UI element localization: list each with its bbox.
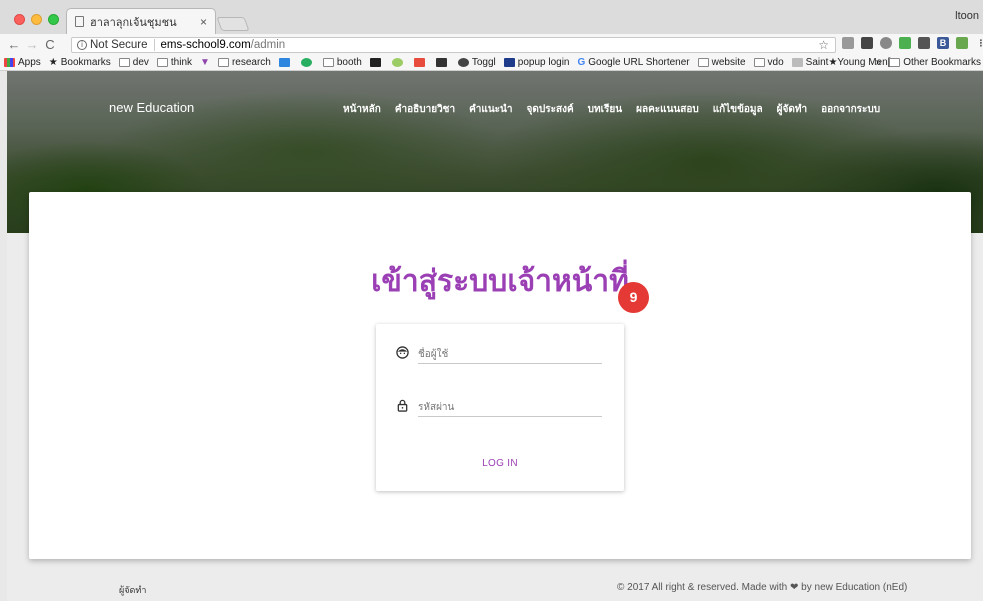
google-icon: G [577, 57, 586, 68]
divider [153, 39, 155, 51]
v-icon: ▼ [200, 57, 210, 68]
bookmark-bookmarks[interactable]: ★ Bookmarks [49, 57, 111, 68]
m-icon [391, 58, 403, 67]
username-field [396, 342, 602, 366]
nav-exam-results[interactable]: ผลคะแนนสอบ [636, 102, 699, 117]
brand-logo[interactable]: new Education [109, 100, 194, 115]
bookmark-icon-a[interactable] [369, 58, 384, 67]
folder-icon [697, 58, 709, 67]
bookmark-website[interactable]: website [697, 57, 746, 68]
folder-icon [322, 58, 334, 67]
close-tab-icon[interactable]: × [200, 15, 207, 29]
toggl-icon [457, 58, 469, 67]
manga-icon [791, 58, 803, 67]
folder-icon [118, 58, 130, 67]
other-bookmarks[interactable]: » Other Bookmarks [876, 57, 981, 68]
bookmark-dev[interactable]: dev [118, 57, 149, 68]
page-viewport: new Education หน้าหลัก คำอธิบายวิชา คำแน… [7, 71, 983, 601]
ms-icon [435, 58, 447, 67]
site-icon [278, 58, 290, 67]
tab-title: ฮาลาลุกเจ้นชุมชน [90, 16, 177, 29]
nav-logout[interactable]: ออกจากระบบ [821, 102, 880, 117]
browser-tab[interactable]: ฮาลาลุกเจ้นชุมชน × [66, 8, 216, 34]
folder-icon [156, 58, 168, 67]
red-site-icon [413, 58, 425, 67]
a-icon [369, 58, 381, 67]
notification-badge: 9 [618, 282, 649, 313]
password-input[interactable] [418, 395, 602, 417]
leaf-icon [300, 58, 312, 67]
bookmark-url-shortener[interactable]: G Google URL Shortener [578, 57, 690, 68]
nav-objectives[interactable]: จุดประสงค์ [527, 102, 574, 117]
menu-icon[interactable]: ⋮ [975, 37, 983, 49]
info-icon[interactable]: i [77, 40, 87, 50]
folder-icon [753, 58, 765, 67]
back-icon[interactable]: ← [6, 37, 22, 52]
bookmark-popup-login[interactable]: popup login [503, 57, 570, 68]
bookmark-icon-red[interactable] [413, 58, 428, 67]
bookmarks-bar: Apps ★ Bookmarks dev think ▼ research boo… [0, 55, 983, 71]
nav-guidance[interactable]: คำแนะนำ [469, 102, 512, 117]
maximize-window-button[interactable] [48, 14, 59, 25]
drive-extension-icon[interactable] [899, 37, 911, 49]
star-icon: ★ [48, 57, 58, 68]
bookmark-vdo[interactable]: vdo [753, 57, 784, 68]
nav-lessons[interactable]: บทเรียน [588, 102, 622, 117]
bookmark-icon-m[interactable] [391, 58, 406, 67]
login-button[interactable]: LOG IN [376, 458, 624, 469]
close-window-button[interactable] [14, 14, 25, 25]
address-toolbar: ← → C i Not Secure ems-school9.com/admin… [0, 34, 983, 55]
main-nav: หน้าหลัก คำอธิบายวิชา คำแนะนำ จุดประสงค์… [343, 102, 880, 117]
circle-extension-icon[interactable] [880, 37, 892, 49]
nav-edit-data[interactable]: แก้ไขข้อมูล [713, 102, 763, 117]
nav-authors[interactable]: ผู้จัดทำ [777, 102, 807, 117]
page-title: เข้าสู่ระบบเจ้าหน้าที่ [371, 264, 629, 299]
apps-grid-icon [4, 58, 15, 67]
url-input[interactable]: i Not Secure ems-school9.com/admin ☆ [71, 37, 836, 53]
bookmark-v[interactable]: ▼ [200, 57, 210, 68]
b-extension-icon[interactable]: B [937, 37, 949, 49]
document-icon [75, 16, 84, 27]
lock-icon [397, 399, 408, 412]
settings-extension-icon[interactable] [918, 37, 930, 49]
profile-name[interactable]: ltoon [955, 10, 979, 22]
bookmark-icon-ms[interactable] [435, 58, 450, 67]
browser-tab-bar: ฮาลาลุกเจ้นชุมชน × ltoon [0, 0, 983, 34]
nav-course-description[interactable]: คำอธิบายวิชา [395, 102, 455, 117]
url-host: ems-school9.com [160, 39, 251, 51]
password-field [396, 395, 602, 419]
new-tab-button[interactable] [216, 17, 250, 31]
footer-authors-link[interactable]: ผู้จัดทำ [119, 583, 146, 597]
login-form: LOG IN [376, 324, 624, 491]
face-icon [396, 346, 409, 359]
bookmark-star-icon[interactable]: ☆ [818, 38, 829, 52]
url-path: /admin [250, 39, 286, 51]
bookmark-icon-leaf[interactable] [300, 58, 315, 67]
folder-icon [889, 58, 901, 67]
gear-extension-icon[interactable] [861, 37, 873, 49]
folder-icon [217, 58, 229, 67]
overflow-icon[interactable]: » [876, 57, 882, 68]
username-input[interactable] [418, 342, 602, 364]
login-card: เข้าสู่ระบบเจ้าหน้าที่ 9 LOG IN [29, 192, 971, 559]
reload-icon[interactable]: C [42, 37, 58, 52]
nav-home[interactable]: หน้าหลัก [343, 102, 381, 117]
extension-icons: B ⋮ [842, 37, 983, 49]
h-icon [503, 58, 515, 67]
bookmark-toggl[interactable]: Toggl [457, 57, 496, 68]
security-label: Not Secure [90, 39, 148, 51]
image-extension-icon[interactable] [956, 37, 968, 49]
forward-icon[interactable]: → [24, 37, 40, 52]
minimize-window-button[interactable] [31, 14, 42, 25]
bookmark-booth[interactable]: booth [322, 57, 362, 68]
bookmark-research[interactable]: research [217, 57, 271, 68]
footer-copyright: © 2017 All right & reserved. Made with ❤… [617, 582, 908, 593]
bookmark-icon-blue[interactable] [278, 58, 293, 67]
bookmark-think[interactable]: think [156, 57, 192, 68]
bookmark-apps[interactable]: Apps [4, 57, 41, 68]
camera-extension-icon[interactable] [842, 37, 854, 49]
